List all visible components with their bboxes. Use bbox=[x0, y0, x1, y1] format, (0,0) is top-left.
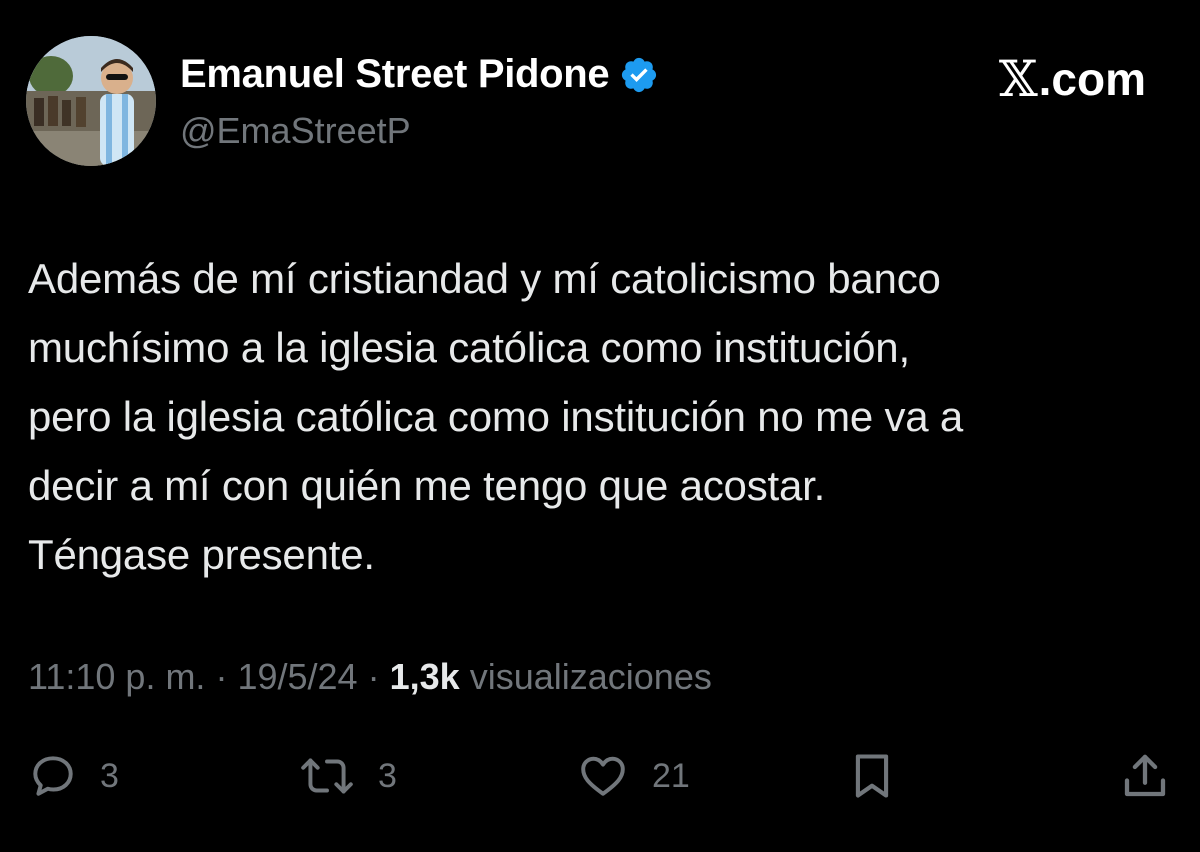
tweet-text: Además de mí cristiandad y mí catolicism… bbox=[28, 255, 964, 578]
author-name-row[interactable]: Emanuel Street Pidone bbox=[180, 52, 659, 97]
avatar[interactable] bbox=[26, 36, 156, 166]
meta-separator: · bbox=[215, 656, 228, 697]
avatar-photo bbox=[26, 36, 156, 166]
share-icon bbox=[1118, 749, 1172, 803]
verified-badge-icon bbox=[619, 55, 659, 95]
reply-button[interactable]: 3 bbox=[28, 746, 119, 806]
share-button[interactable] bbox=[1118, 746, 1172, 806]
tweet-meta: 11:10 p. m. · 19/5/24 · 1,3k visualizaci… bbox=[28, 656, 712, 698]
meta-separator: · bbox=[367, 656, 380, 697]
reply-count: 3 bbox=[100, 756, 119, 795]
author-display-name[interactable]: Emanuel Street Pidone bbox=[180, 52, 610, 97]
views-label: visualizaciones bbox=[469, 656, 712, 697]
x-logo-icon: 𝕏 bbox=[998, 50, 1038, 108]
tweet-date[interactable]: 19/5/24 bbox=[237, 656, 357, 697]
x-com-logo: 𝕏 .com bbox=[999, 50, 1146, 108]
repost-button[interactable]: 3 bbox=[298, 746, 397, 806]
repost-count: 3 bbox=[378, 756, 397, 795]
like-count: 21 bbox=[652, 756, 690, 795]
author-handle[interactable]: @EmaStreetP bbox=[180, 110, 411, 152]
action-bar: 3 3 21 bbox=[0, 746, 1200, 806]
heart-icon bbox=[576, 751, 630, 801]
brand-suffix: .com bbox=[1038, 53, 1146, 105]
tweet-time[interactable]: 11:10 p. m. bbox=[28, 656, 205, 697]
repost-icon bbox=[298, 751, 356, 801]
tweet-card: Emanuel Street Pidone @EmaStreetP 𝕏 .com… bbox=[0, 0, 1200, 852]
views-count: 1,3k bbox=[389, 656, 460, 697]
bookmark-button[interactable] bbox=[846, 746, 898, 806]
reply-icon bbox=[28, 751, 78, 801]
like-button[interactable]: 21 bbox=[576, 746, 690, 806]
bookmark-icon bbox=[846, 750, 898, 802]
